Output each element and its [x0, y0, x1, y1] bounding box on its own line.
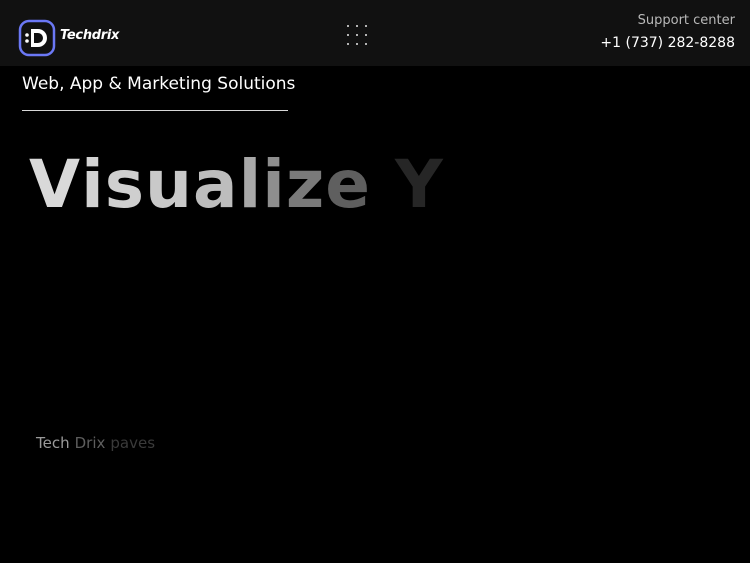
- tagline-divider: [22, 110, 288, 111]
- grid-dots-menu-icon[interactable]: [345, 23, 373, 51]
- support-block: Support center +1 (737) 282-8288: [600, 12, 735, 53]
- support-label: Support center: [637, 13, 735, 28]
- hero-headline-char: s: [104, 146, 146, 223]
- hero-headline-char: z: [285, 146, 326, 223]
- hero-subtext-word: Tech: [36, 434, 70, 452]
- hero-headline: Visualize Y: [29, 140, 444, 230]
- hero-headline-char: u: [145, 146, 194, 223]
- hero-headline-char: i: [81, 146, 105, 223]
- hero-subtext: Tech Drix paves: [36, 432, 160, 454]
- site-header: Techdrix Support center +1 (737) 282-828…: [0, 0, 750, 66]
- hero-headline-char: V: [29, 146, 82, 223]
- hero-headline-char: l: [238, 146, 263, 223]
- hero-headline-char: Y: [394, 146, 444, 223]
- hero-tagline: Web, App & Marketing Solutions: [22, 74, 296, 94]
- hero-headline-char: [371, 140, 395, 230]
- logo[interactable]: Techdrix: [18, 18, 119, 58]
- logo-text: Techdrix: [60, 27, 120, 43]
- hero-headline-char: a: [193, 146, 239, 223]
- hero-subtext-word: paves: [110, 434, 156, 452]
- support-phone-link[interactable]: +1 (737) 282-8288: [600, 33, 735, 53]
- techdrix-logo-icon: [18, 19, 56, 57]
- hero-subtext-word: Drix: [74, 434, 106, 452]
- hero-headline-char: i: [262, 146, 286, 223]
- hero-headline-char: e: [325, 146, 371, 223]
